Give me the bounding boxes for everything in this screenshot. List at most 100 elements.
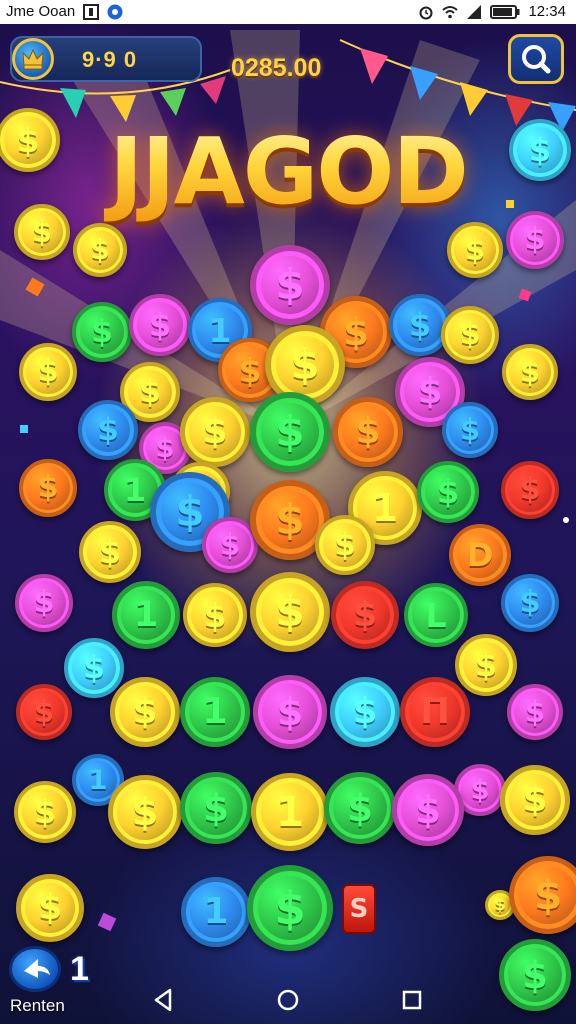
coin-symbol: $	[203, 595, 227, 635]
coin-yellow[interactable]: $	[14, 204, 70, 260]
coin-yellow[interactable]: $	[73, 223, 127, 277]
coin-green[interactable]: 1	[180, 677, 250, 747]
coin-yellow[interactable]: $	[315, 515, 375, 575]
coin-orange[interactable]: $	[19, 459, 77, 517]
game-screen: Jme Ooan 12:34 9·9 0 0285.00 JJAGOD $ $ …	[0, 0, 576, 1024]
coin-cyan[interactable]: $	[509, 119, 571, 181]
coin-symbol: 1	[123, 471, 147, 509]
coin-symbol: $	[464, 232, 486, 267]
coin-green[interactable]: $	[247, 865, 333, 951]
coin-green[interactable]: $	[180, 772, 252, 844]
coin-symbol: $	[276, 690, 304, 734]
nav-recents-icon[interactable]	[398, 986, 426, 1014]
coin-magenta[interactable]: $	[15, 574, 73, 632]
coin-symbol: $	[275, 260, 305, 309]
coin-symbol: $	[522, 953, 548, 997]
coin-orange[interactable]: $	[333, 397, 403, 467]
coin-red[interactable]: $	[331, 581, 399, 649]
coin-symbol: 1	[88, 764, 108, 796]
nav-back-icon[interactable]	[150, 986, 178, 1014]
coin-yellow[interactable]: $	[110, 677, 180, 747]
coin-symbol: $	[203, 786, 229, 830]
coin-yellow[interactable]: $	[19, 343, 77, 401]
coin-symbol: $	[132, 691, 158, 732]
coin-magenta[interactable]: $	[129, 294, 191, 356]
coin-orange[interactable]: $	[509, 856, 576, 934]
coin-yellow[interactable]: 1	[251, 773, 329, 851]
coin-symbol: $	[131, 790, 159, 834]
coin-symbol: $	[33, 694, 55, 729]
coin-magenta[interactable]: $	[392, 774, 464, 846]
coin-blue[interactable]: $	[442, 402, 498, 458]
coin-magenta[interactable]: $	[506, 211, 564, 269]
coin-cyan[interactable]: $	[330, 677, 400, 747]
coin-green[interactable]: $	[499, 939, 571, 1011]
coin-magenta[interactable]: $	[250, 245, 330, 325]
coin-symbol: $	[355, 411, 381, 452]
coin-orange[interactable]: D	[449, 524, 511, 586]
coin-symbol: $	[352, 594, 378, 635]
coin-magenta[interactable]: $	[253, 675, 327, 749]
coin-yellow[interactable]: $	[447, 222, 503, 278]
back-count: 1	[70, 950, 89, 988]
coin-symbol: $	[459, 317, 481, 352]
coin-symbol: 1	[275, 787, 305, 836]
coin-symbol: $	[343, 310, 369, 354]
coin-green[interactable]: $	[417, 461, 479, 523]
coin-symbol: $	[474, 646, 498, 684]
coin-yellow[interactable]: $	[0, 108, 60, 172]
coin-red[interactable]: П	[400, 677, 470, 747]
red-tag-label: S	[349, 894, 369, 924]
coin-red[interactable]: $	[16, 684, 72, 740]
coin-yellow[interactable]: $	[183, 583, 247, 647]
coin-yellow[interactable]: $	[14, 781, 76, 843]
coin-symbol: $	[202, 411, 228, 452]
coin-green[interactable]: L	[404, 583, 468, 647]
coin-yellow[interactable]: $	[16, 874, 84, 942]
coin-blue[interactable]: $	[78, 400, 138, 460]
coin-yellow[interactable]: $	[79, 521, 141, 583]
back-button[interactable]	[9, 946, 61, 992]
coin-symbol: $	[33, 793, 57, 831]
coin-symbol: $	[408, 306, 432, 344]
coin-symbol: $	[274, 881, 306, 935]
coin-yellow[interactable]: $	[108, 775, 182, 849]
coin-symbol: $	[415, 788, 441, 832]
coin-symbol: $	[524, 222, 546, 257]
coin-symbol: 1	[133, 594, 159, 635]
coin-green[interactable]: $	[250, 392, 330, 472]
coin-cyan[interactable]: $	[64, 638, 124, 698]
coin-yellow[interactable]: $	[502, 344, 558, 400]
coin-symbol: $	[97, 411, 119, 448]
coin-symbol: $	[31, 214, 53, 249]
coin-symbol: $	[470, 774, 490, 806]
coin-symbol: $	[275, 495, 305, 544]
coin-yellow[interactable]: $	[441, 306, 499, 364]
coin-yellow[interactable]: $	[455, 634, 517, 696]
coin-symbol: 1	[371, 486, 399, 530]
red-tag: S	[342, 884, 376, 934]
coin-blue[interactable]: $	[501, 574, 559, 632]
coin-symbol: $	[16, 120, 40, 160]
coin-symbol: 1	[208, 310, 232, 350]
coin-symbol: $	[37, 354, 59, 389]
coin-symbol: $	[494, 895, 506, 914]
coin-symbol: $	[533, 870, 563, 919]
nav-home-icon[interactable]	[274, 986, 302, 1014]
coin-symbol: $	[436, 473, 460, 511]
coin-symbol: D	[466, 536, 494, 574]
coin-green[interactable]: $	[324, 772, 396, 844]
coin-pile: $$$$$$$$$1$$$$$$$$$$$$$$$$1$1$$$$$$$D$1$…	[0, 0, 576, 1024]
coin-red[interactable]: $	[501, 461, 559, 519]
coin-green[interactable]: $	[72, 302, 132, 362]
coin-magenta[interactable]: $	[507, 684, 563, 740]
coin-green[interactable]: 1	[112, 581, 180, 649]
coin-blue[interactable]: 1	[181, 877, 251, 947]
coin-symbol: $	[524, 694, 546, 729]
coin-symbol: $	[238, 350, 262, 390]
coin-yellow[interactable]: $	[500, 765, 570, 835]
coin-symbol: 1	[203, 891, 229, 932]
back-arrow-icon	[24, 959, 50, 978]
coin-yellow[interactable]: $	[250, 572, 330, 652]
coin-yellow[interactable]: $	[180, 397, 250, 467]
